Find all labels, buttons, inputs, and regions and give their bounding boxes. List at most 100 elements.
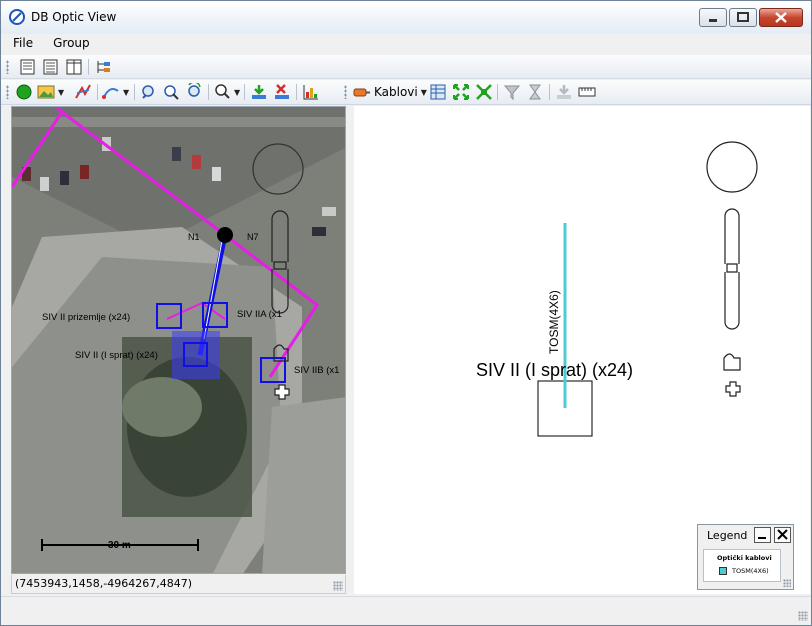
hourglass-icon	[529, 84, 541, 100]
diagram-view[interactable]: TOSM(4X6) SIV II (I sprat) (x24) Legend …	[354, 106, 810, 594]
app-window: DB Optic View File Group ▼ ▼ ▼ Kablovi ▼…	[0, 0, 812, 626]
scale-label: 30 m	[108, 540, 131, 551]
menu-file[interactable]: File	[1, 34, 43, 54]
zoom-window-icon	[164, 85, 179, 100]
zoom-refresh-icon	[188, 83, 201, 97]
legend-panel[interactable]: Legend Optički kablovi TOSM(4X6)	[697, 524, 794, 590]
resize-grip[interactable]	[333, 581, 343, 591]
layout-split-button[interactable]	[65, 58, 83, 76]
expand-all-button[interactable]	[452, 83, 470, 101]
maximize-icon	[737, 12, 749, 22]
fit-view-button[interactable]	[475, 83, 493, 101]
node-marker[interactable]	[217, 227, 233, 243]
legend-body: Optički kablovi TOSM(4X6)	[703, 549, 781, 582]
magnifier-icon	[215, 84, 230, 99]
cable-icon	[353, 88, 370, 97]
coordinates-readout: (7453943,1458,-4964267,4847)	[15, 577, 193, 590]
layout-list-icon	[43, 59, 58, 75]
node-label-n1: N1	[188, 232, 200, 242]
delete-icon	[275, 84, 289, 99]
menu-group[interactable]: Group	[43, 34, 100, 54]
green-node-button[interactable]	[15, 83, 33, 101]
dropdown-caret-icon: ▼	[420, 87, 427, 97]
main-toolbar: ▼ ▼ ▼ Kablovi ▼	[1, 80, 811, 105]
close-icon	[777, 529, 788, 540]
legend-entry-label: TOSM(4X6)	[732, 567, 769, 575]
box-label-prizemlje: SIV II prizemlje (x24)	[42, 312, 130, 323]
zoom-pan-icon	[142, 85, 154, 99]
close-button[interactable]	[759, 8, 803, 27]
zoom-window-button[interactable]	[162, 83, 180, 101]
tree-view-button[interactable]	[94, 58, 112, 76]
ruler-icon	[578, 87, 596, 97]
panel-splitter[interactable]	[346, 106, 354, 594]
zoom-pan-button[interactable]	[139, 83, 157, 101]
layout-split-icon	[66, 59, 82, 75]
table-icon	[430, 84, 446, 100]
export-icon	[557, 85, 571, 99]
image-layer-dropdown[interactable]: ▼	[37, 83, 64, 101]
filter-icon	[503, 85, 521, 101]
layout-single-icon	[20, 59, 35, 75]
report-button[interactable]	[302, 83, 320, 101]
legend-group-title: Optički kablovi	[717, 554, 772, 562]
green-circle-icon	[16, 84, 32, 100]
cables-dropdown[interactable]: Kablovi ▼	[353, 83, 427, 101]
legend-close-button[interactable]	[774, 527, 791, 543]
close-icon	[775, 12, 787, 23]
legend-resize-grip[interactable]	[783, 579, 791, 587]
route-tool-icon	[75, 84, 91, 99]
download-icon	[252, 85, 266, 99]
box-label-i-sprat: SIV II (I sprat) (x24)	[75, 350, 158, 361]
dropdown-caret-icon: ▼	[58, 87, 65, 97]
minimize-icon	[758, 537, 766, 539]
ruler-button[interactable]	[578, 83, 596, 101]
diagram-canvas[interactable]: TOSM(4X6) SIV II (I sprat) (x24)	[354, 106, 810, 594]
cable-label: TOSM(4X6)	[547, 290, 561, 354]
dropdown-caret-icon: ▼	[123, 87, 130, 97]
export-button[interactable]	[555, 83, 573, 101]
maximize-button[interactable]	[729, 8, 757, 27]
toolbar-grip[interactable]	[344, 85, 347, 99]
import-button[interactable]	[250, 83, 268, 101]
device-symbols-legend[interactable]	[706, 141, 758, 397]
fit-view-icon	[476, 84, 492, 100]
minimize-icon	[709, 19, 717, 22]
zoom-refresh-button[interactable]	[185, 83, 203, 101]
toolbar-grip[interactable]	[6, 85, 9, 99]
expand-icon	[453, 84, 469, 100]
box-siv-ii-i-sprat-selected[interactable]	[172, 331, 220, 379]
table-view-button[interactable]	[429, 83, 447, 101]
minimize-button[interactable]	[699, 8, 727, 27]
map-canvas[interactable]: N1 N7 SIV II prizemlje (x24) SIV II (I s…	[12, 107, 346, 574]
node-title: SIV II (I sprat) (x24)	[476, 360, 633, 380]
title-bar[interactable]: DB Optic View	[1, 1, 811, 34]
dropdown-caret-icon: ▼	[234, 87, 241, 97]
legend-minimize-button[interactable]	[754, 527, 771, 543]
window-resize-grip[interactable]	[798, 611, 808, 621]
delete-button[interactable]	[273, 83, 291, 101]
map-coordinates-bar: (7453943,1458,-4964267,4847)	[11, 575, 346, 594]
filter-button[interactable]	[503, 83, 521, 101]
toolbar-grip[interactable]	[6, 60, 9, 74]
draw-line-dropdown[interactable]: ▼	[102, 83, 129, 101]
status-bar	[1, 596, 811, 625]
layout-toolbar	[1, 55, 811, 79]
window-title: DB Optic View	[31, 10, 117, 24]
window-controls	[699, 8, 803, 27]
node-label-n7: N7	[247, 232, 259, 242]
legend-title: Legend	[707, 529, 748, 542]
map-view[interactable]: N1 N7 SIV II prizemlje (x24) SIV II (I s…	[11, 106, 346, 574]
layout-list-button[interactable]	[42, 58, 60, 76]
route-tool-button[interactable]	[74, 83, 92, 101]
timer-button[interactable]	[526, 83, 544, 101]
layout-single-button[interactable]	[19, 58, 37, 76]
bar-chart-icon	[303, 85, 318, 100]
zoom-dropdown[interactable]: ▼	[213, 83, 240, 101]
image-layer-icon	[37, 85, 55, 99]
legend-swatch	[719, 567, 727, 575]
menu-bar: File Group	[1, 34, 811, 54]
tree-view-icon	[97, 61, 110, 73]
app-logo-icon	[9, 9, 25, 25]
cables-dropdown-label: Kablovi	[374, 85, 418, 99]
